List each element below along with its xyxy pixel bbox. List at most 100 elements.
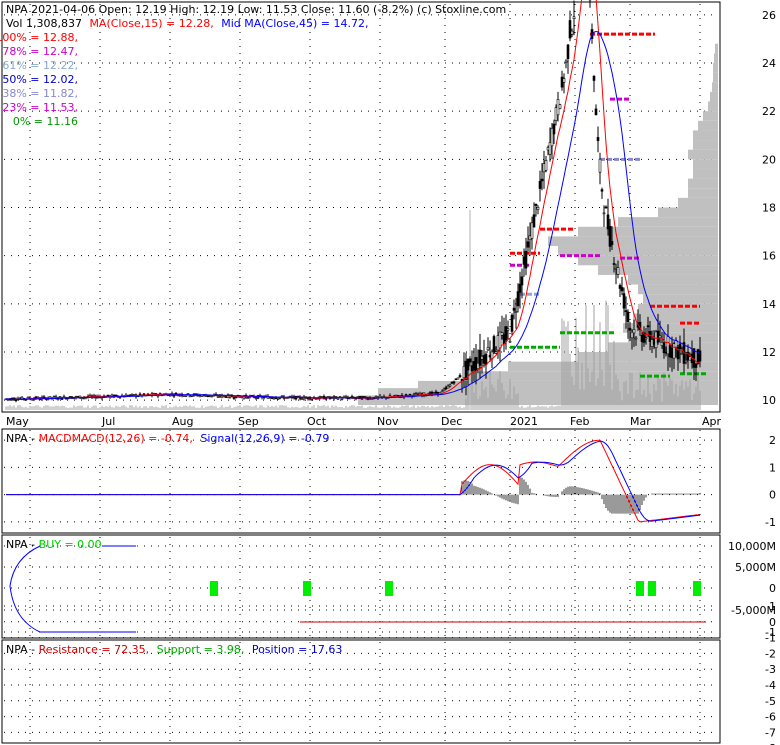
candle-body (602, 212, 606, 215)
stock-chart: 101214161820222426 May Jul Aug Sep Oct Nov Dec… (0, 0, 776, 745)
price-panel: 10 12 14 16 18 20 22 24 26 May Jul Aug Sep Oct Nov Dec… (0, 0, 776, 428)
candle-body (106, 394, 110, 397)
resistance-tick-label: -7 (765, 726, 776, 739)
volume-profile-bar (658, 207, 718, 218)
macd-tick-label: 2 (769, 434, 776, 447)
fibonacci-legend-label: 23% = 11.53, (2, 101, 78, 114)
candle-body (494, 351, 498, 354)
volume-profile-bar (548, 236, 718, 247)
volume-profile-bar (698, 120, 718, 131)
volume-profile-bar (710, 91, 718, 102)
candle-body (340, 398, 344, 400)
candle-body (644, 337, 648, 340)
candle-body (646, 325, 650, 328)
candle-body (216, 395, 220, 398)
candle-body (596, 137, 600, 141)
resistance-tick-label: 1 (769, 600, 776, 613)
candle-body (486, 347, 490, 351)
fibonacci-legend: 100% = 12.88,78% = 12.47,61% = 12.22,50%… (0, 31, 78, 128)
volume-profile-bar (693, 130, 718, 141)
volume-profile-bar (715, 43, 718, 54)
candle-body (182, 395, 186, 397)
volume-profile-bar (688, 149, 718, 160)
candle-body (448, 384, 452, 387)
support-label: Support = 3.98, (157, 643, 245, 656)
candle-body (468, 358, 472, 363)
candle-body (678, 343, 682, 350)
price-tick-label: 22 (762, 105, 776, 118)
candle-body (442, 388, 446, 392)
resistance-tick-label: -4 (765, 679, 776, 692)
month-tick-label: 2021 (510, 415, 538, 428)
buy-label: BUY = 0.00 (39, 538, 102, 551)
buy-panel-frame (1, 534, 721, 639)
candle-body (336, 397, 340, 400)
candle-body (572, 16, 576, 19)
candle-body (114, 394, 118, 397)
candle-body (518, 283, 522, 293)
candle-body (562, 78, 566, 83)
buy-signal-marker (693, 581, 701, 596)
candle-body (564, 60, 568, 63)
position-label: Position = 17.63 (252, 643, 343, 656)
res-prefix: NPA - (6, 643, 39, 656)
month-tick-label: Oct (307, 415, 327, 428)
volume-profile-bar (713, 62, 718, 73)
candle-body (526, 241, 530, 248)
candle-body (540, 178, 544, 182)
buy-signal-marker (303, 581, 311, 596)
macd-header: NPA - MACDMACD(12,26) = -0.74, Signal(12… (6, 432, 329, 445)
candle-body (514, 311, 518, 313)
price-tick-label: 10 (762, 394, 776, 407)
volume-profile-bar (638, 284, 718, 295)
macd-y-axis: 2 1 0 -1 (765, 434, 776, 529)
candle-body (558, 104, 562, 109)
candle-body (628, 327, 632, 331)
candle-body (184, 395, 188, 397)
candle-body (452, 381, 456, 384)
candle-body (620, 287, 624, 292)
candle-body (520, 276, 524, 286)
ma15-label: MA(Close,15) = 12.28, (89, 17, 213, 30)
price-tick-label: 12 (762, 346, 776, 359)
candle-body (632, 329, 636, 334)
candle-body (508, 340, 512, 343)
price-tick-label: 24 (762, 57, 776, 70)
indicator-header: Vol 1,308,837 MA(Close,15) = 12.28, Mid … (6, 17, 368, 30)
volume-profile-bar (713, 72, 718, 83)
candle-body (538, 181, 542, 189)
fibonacci-legend-label: 78% = 12.47, (2, 45, 78, 58)
candle-body (612, 263, 616, 265)
month-tick-label: Dec (441, 415, 462, 428)
resistance-tick-label: -1 (765, 632, 776, 645)
candle-body (206, 395, 210, 398)
candle-body (622, 293, 626, 309)
fibonacci-legend-label: 0% = 11.16 (13, 115, 78, 128)
candle-body (594, 108, 598, 116)
month-tick-label: May (6, 415, 29, 428)
signal-label: Signal(12,26,9) = -0.79 (200, 432, 329, 445)
buy-signal-marker (636, 581, 644, 596)
month-tick-label: Feb (570, 415, 589, 428)
resistance-tick-label: 0 (769, 616, 776, 629)
candle-body (532, 214, 536, 228)
buy-signal-marker (210, 581, 218, 596)
candle-body (604, 206, 608, 209)
macd-label: MACDMACD(12,26) = -0.74, (39, 432, 193, 445)
candle-body (516, 291, 520, 307)
resistance-tick-label: -2 (765, 647, 776, 660)
candle-body (446, 385, 450, 389)
macd-tick-label: -1 (765, 516, 776, 529)
candle-body (408, 393, 412, 396)
candle-body (60, 398, 64, 400)
candle-body (492, 336, 496, 352)
price-tick-label: 20 (762, 153, 776, 166)
month-tick-label: Mar (630, 415, 651, 428)
buy-panel: 10,000M5,000M0-5,000M-1 NPA - BUY = 0.00 (1, 534, 776, 639)
candle-body (484, 353, 488, 365)
candle-body (510, 314, 514, 332)
fibonacci-legend-label: 50% = 12.02, (2, 73, 78, 86)
volume-profile-bar (688, 188, 718, 198)
volume-profile-bar (712, 82, 718, 92)
candle-body (568, 20, 572, 39)
